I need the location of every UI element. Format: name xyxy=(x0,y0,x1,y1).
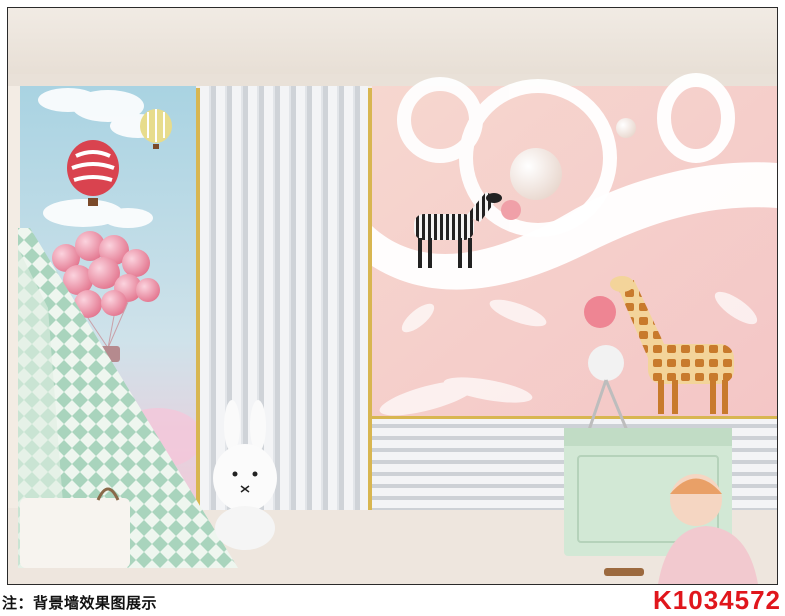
product-code: K1034572 xyxy=(653,585,781,615)
mural-scene xyxy=(8,8,777,584)
caption-note: 注：背景墙效果图展示 xyxy=(2,594,158,612)
photo-frame xyxy=(7,7,778,585)
